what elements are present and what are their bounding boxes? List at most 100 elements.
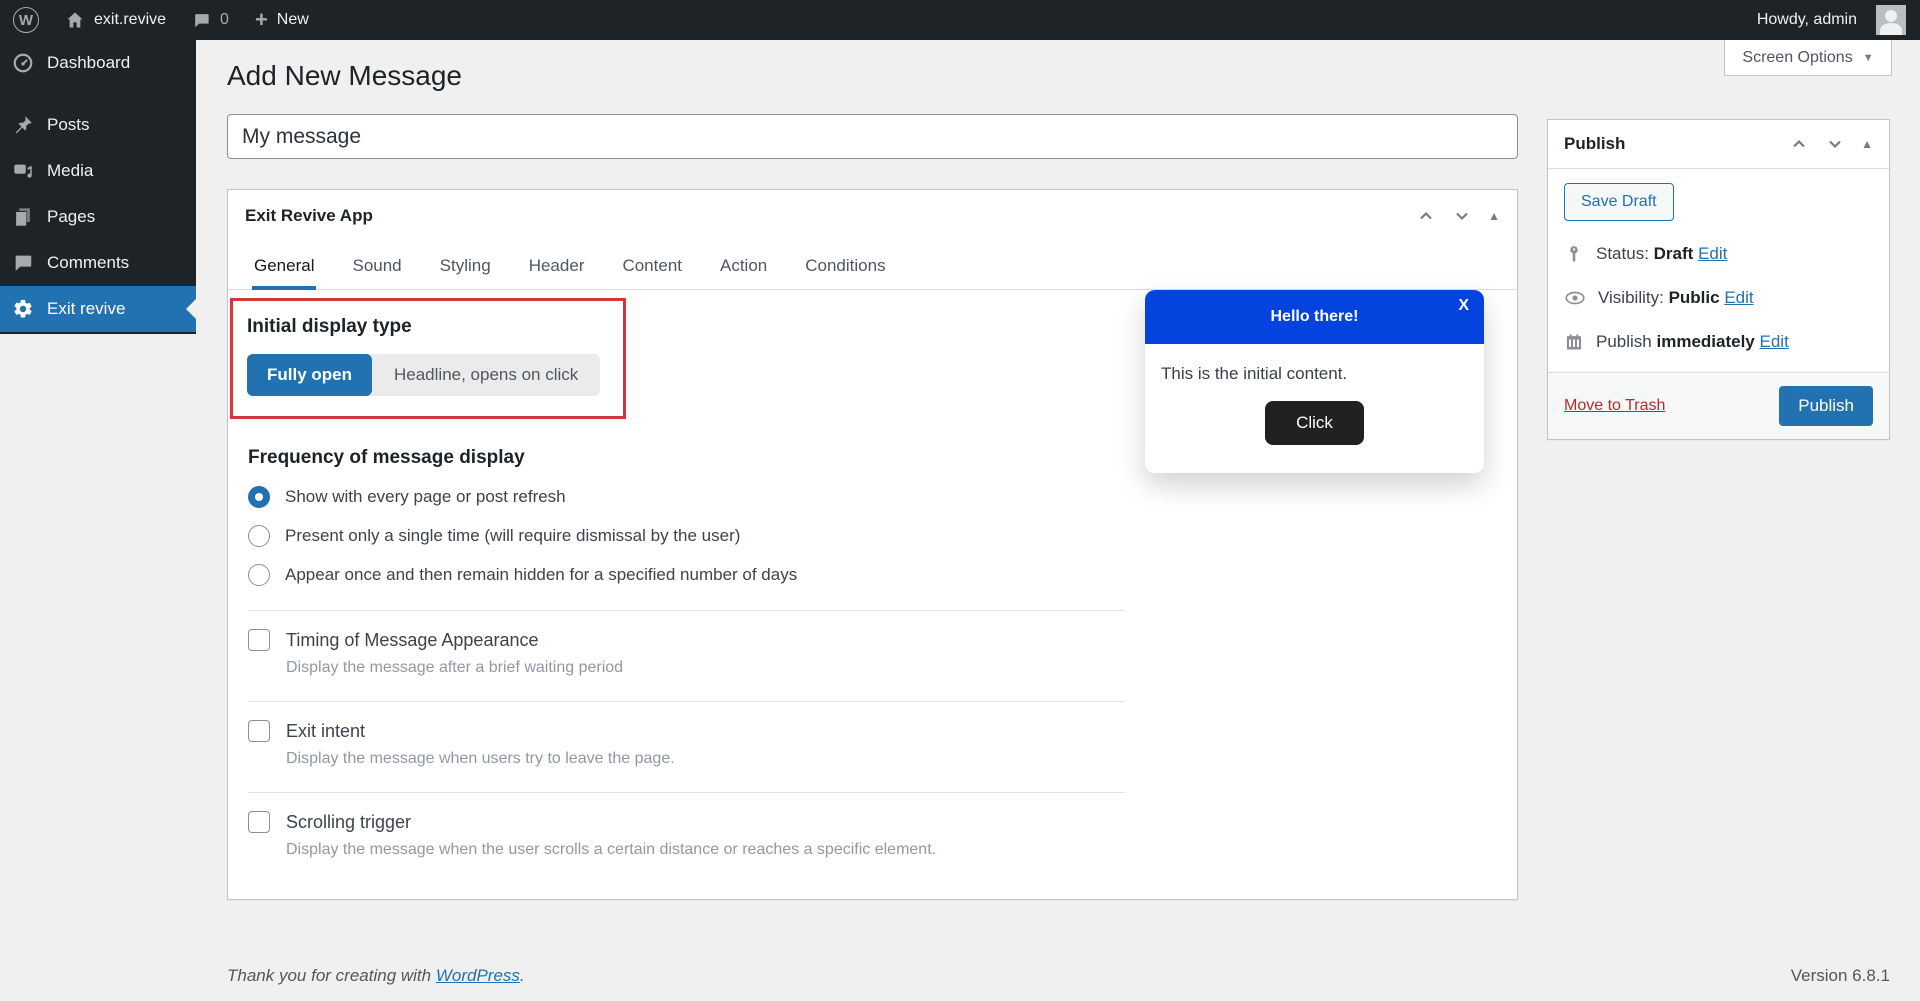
screen-options-label: Screen Options (1742, 49, 1852, 67)
screen-options-button[interactable]: Screen Options ▼ (1724, 40, 1892, 76)
howdy-label: Howdy, admin (1757, 11, 1857, 29)
visibility-label: Visibility: (1598, 288, 1664, 307)
sidebar-item-label: Exit revive (47, 299, 125, 319)
sidebar-item-exit-revive[interactable]: Exit revive (0, 286, 196, 332)
message-title-input[interactable] (227, 114, 1518, 159)
trigger-row-scrolling: Scrolling trigger Display the message wh… (248, 811, 1497, 859)
sidebar-item-comments[interactable]: Comments (0, 240, 196, 286)
wordpress-menu-button[interactable]: W (0, 0, 52, 40)
wordpress-link[interactable]: WordPress (436, 966, 520, 985)
publish-title: Publish (1564, 134, 1625, 154)
trigger-label: Exit intent (286, 721, 365, 742)
radio-hidden-days[interactable] (248, 564, 270, 586)
publish-footer: Move to Trash Publish (1548, 372, 1889, 439)
gear-icon (12, 298, 34, 320)
tab-conditions[interactable]: Conditions (803, 242, 887, 290)
option-fully-open[interactable]: Fully open (247, 354, 372, 396)
admin-sidebar: Dashboard Posts Media Pages (0, 40, 196, 334)
tab-sound[interactable]: Sound (350, 242, 403, 290)
site-name-label: exit.revive (94, 11, 166, 29)
trigger-row-exit-intent: Exit intent Display the message when use… (248, 720, 1497, 768)
sidebar-item-media[interactable]: Media (0, 148, 196, 194)
tab-content[interactable]: Content (620, 242, 684, 290)
initial-display-segmented-control: Fully open Headline, opens on click (247, 354, 600, 396)
divider (248, 792, 1125, 793)
sidebar-item-pages[interactable]: Pages (0, 194, 196, 240)
page-title: Add New Message (227, 60, 1518, 92)
move-down-icon[interactable] (1452, 206, 1472, 226)
initial-display-highlight-box: Initial display type Fully open Headline… (230, 298, 626, 419)
visibility-value: Public (1669, 288, 1720, 307)
status-label: Status: (1596, 244, 1649, 263)
plus-icon: + (255, 9, 268, 31)
checkbox-timing[interactable] (248, 629, 270, 651)
popup-click-button[interactable]: Click (1265, 401, 1364, 445)
edit-status-link[interactable]: Edit (1698, 244, 1727, 263)
publish-header[interactable]: Publish ▲ (1548, 120, 1889, 169)
calendar-icon (1564, 332, 1584, 352)
settings-tabs: General Sound Styling Header Content Act… (228, 242, 1517, 290)
popup-header: Hello there! X (1145, 290, 1484, 344)
popup-body: This is the initial content. Click (1145, 344, 1484, 473)
option-headline-opens-on-click[interactable]: Headline, opens on click (372, 365, 600, 385)
visibility-row: Visibility: Public Edit (1564, 287, 1873, 309)
edit-visibility-link[interactable]: Edit (1724, 288, 1753, 307)
dashboard-icon (12, 52, 34, 74)
eye-icon (1564, 287, 1586, 309)
move-to-trash-link[interactable]: Move to Trash (1564, 397, 1665, 415)
divider (248, 610, 1125, 611)
pages-icon (12, 206, 34, 228)
metabox-title: Exit Revive App (245, 206, 373, 226)
radio-single-time[interactable] (248, 525, 270, 547)
move-up-icon[interactable] (1416, 206, 1436, 226)
trigger-description: Display the message after a brief waitin… (286, 659, 1497, 677)
sidebar-item-label: Pages (47, 207, 95, 227)
schedule-label: Publish (1596, 332, 1652, 351)
tab-action[interactable]: Action (718, 242, 769, 290)
sidebar-item-posts[interactable]: Posts (0, 102, 196, 148)
trigger-description: Display the message when users try to le… (286, 750, 1497, 768)
close-icon[interactable]: X (1458, 297, 1469, 315)
trigger-row-timing: Timing of Message Appearance Display the… (248, 629, 1497, 677)
admin-bar-right: Howdy, admin (1744, 0, 1920, 40)
comment-icon (192, 11, 211, 30)
edit-schedule-link[interactable]: Edit (1760, 332, 1789, 351)
metabox-header[interactable]: Exit Revive App ▲ (228, 190, 1517, 242)
frequency-option-row: Show with every page or post refresh (248, 486, 1125, 508)
editor-column: Add New Message Exit Revive App ▲ Genera… (227, 60, 1518, 900)
footer-thanks: Thank you for creating with WordPress. (227, 966, 525, 986)
move-down-icon[interactable] (1825, 134, 1845, 154)
tab-styling[interactable]: Styling (438, 242, 493, 290)
footer-thanks-text: Thank you for creating with (227, 966, 431, 985)
checkbox-exit-intent[interactable] (248, 720, 270, 742)
collapse-toggle-icon[interactable]: ▲ (1488, 210, 1500, 222)
save-draft-button[interactable]: Save Draft (1564, 183, 1674, 221)
new-content-button[interactable]: + New (242, 0, 322, 40)
move-up-icon[interactable] (1789, 134, 1809, 154)
wordpress-admin-page: W exit.revive 0 + New Howdy, admin (0, 0, 1920, 1001)
popup-title: Hello there! (1270, 308, 1358, 326)
publish-button[interactable]: Publish (1779, 386, 1873, 426)
footer-period: . (520, 966, 525, 985)
site-name-link[interactable]: exit.revive (52, 0, 179, 40)
admin-bar: W exit.revive 0 + New Howdy, admin (0, 0, 1920, 40)
my-account-menu[interactable]: Howdy, admin (1744, 0, 1906, 40)
comment-icon (12, 252, 34, 274)
trigger-label: Timing of Message Appearance (286, 630, 538, 651)
new-label: New (277, 11, 309, 29)
radio-every-refresh[interactable] (248, 486, 270, 508)
comments-bubble-button[interactable]: 0 (179, 0, 242, 40)
schedule-row: Publish immediately Edit (1564, 332, 1873, 352)
collapse-toggle-icon[interactable]: ▲ (1861, 138, 1873, 150)
checkbox-scrolling[interactable] (248, 811, 270, 833)
trigger-description: Display the message when the user scroll… (286, 841, 1497, 859)
tab-general[interactable]: General (252, 242, 316, 290)
status-value: Draft (1654, 244, 1694, 263)
sidebar-item-label: Dashboard (47, 53, 130, 73)
wordpress-logo-icon: W (13, 7, 39, 33)
admin-bar-left: W exit.revive 0 + New (0, 0, 322, 40)
tab-header[interactable]: Header (527, 242, 587, 290)
sidebar-item-label: Comments (47, 253, 129, 273)
sidebar-item-dashboard[interactable]: Dashboard (0, 40, 196, 86)
pushpin-icon (12, 114, 34, 136)
